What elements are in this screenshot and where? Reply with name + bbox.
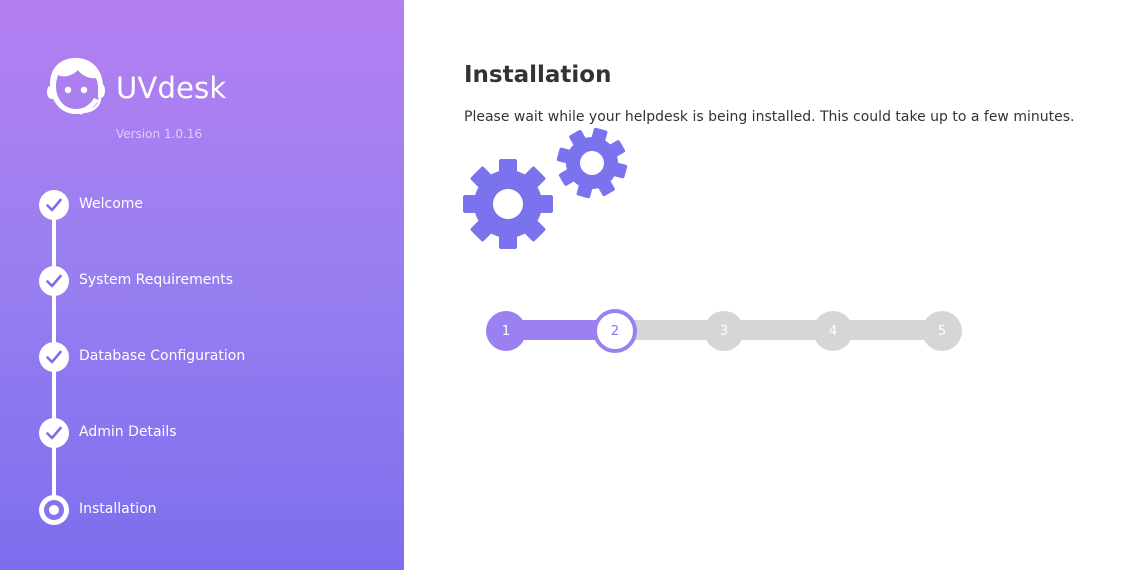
progress-node-5: 5 [922, 311, 962, 351]
page-description: Please wait while your helpdesk is being… [464, 109, 1075, 125]
page-title: Installation [464, 62, 612, 88]
version-label: Version 1.0.16 [116, 127, 203, 141]
gears-icon [463, 128, 628, 249]
step-label: Database Configuration [79, 348, 246, 364]
installer-app: UVdesk Version 1.0.16 Welcome System Req… [0, 0, 1141, 570]
step-current-icon [39, 495, 69, 525]
step-check-icon [39, 342, 69, 372]
step-check-icon [39, 418, 69, 448]
install-progress: 1 2 3 4 5 [486, 309, 963, 353]
step-label: Admin Details [79, 424, 177, 440]
progress-node-2: 2 [593, 309, 637, 353]
progress-node-4: 4 [813, 311, 853, 351]
main-panel: Installation Please wait while your help… [404, 0, 1141, 570]
step-label: System Requirements [79, 272, 233, 288]
step-check-icon [39, 190, 69, 220]
brand-name: UVdesk [116, 71, 227, 105]
progress-node-3: 3 [704, 311, 744, 351]
progress-node-1: 1 [486, 311, 526, 351]
step-label: Welcome [79, 196, 144, 212]
step-check-icon [39, 266, 69, 296]
sidebar: UVdesk Version 1.0.16 Welcome System Req… [0, 0, 404, 570]
step-label: Installation [79, 501, 157, 517]
uvdesk-logo-icon [47, 58, 105, 115]
